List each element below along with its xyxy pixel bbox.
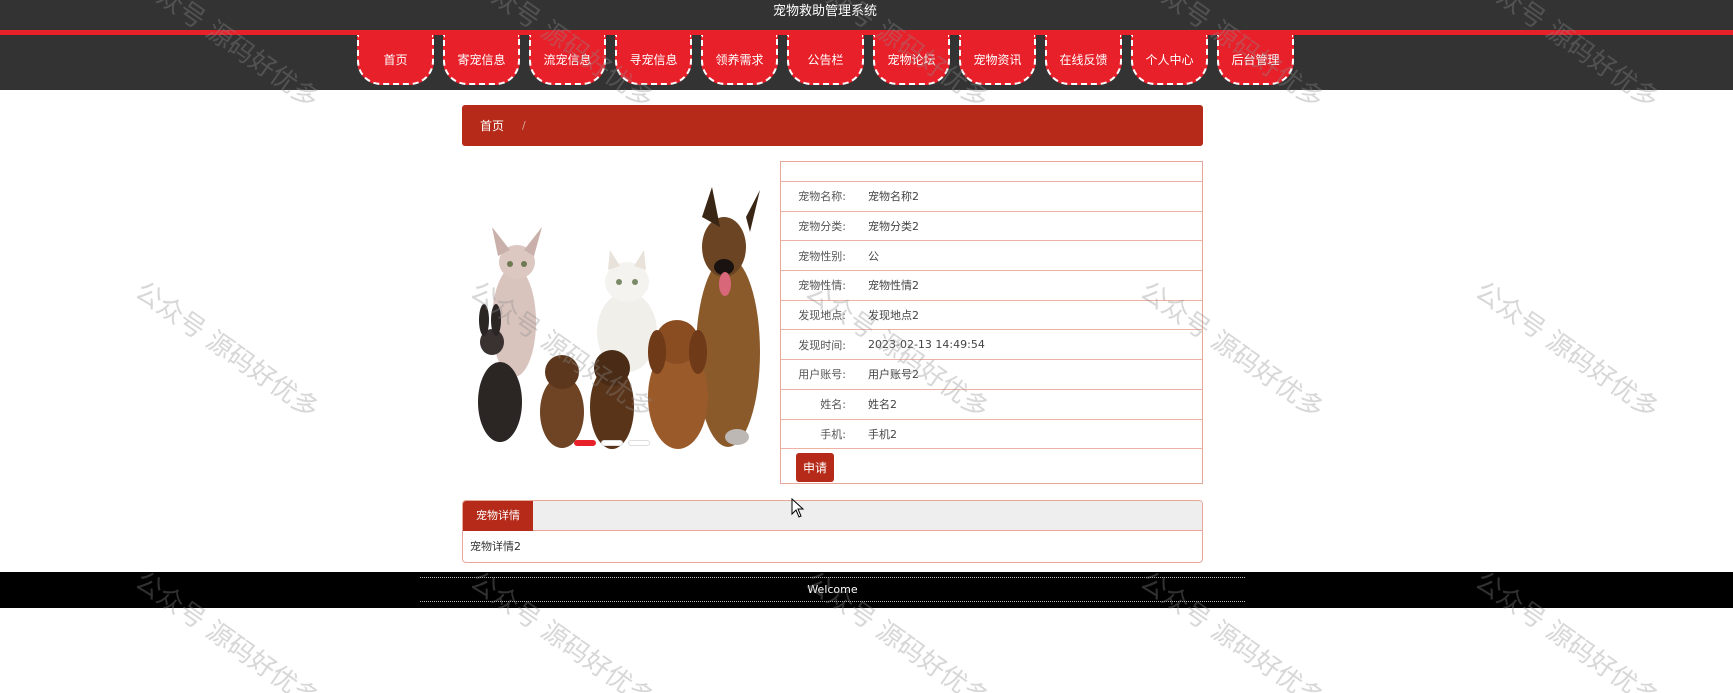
pet-group-image — [462, 172, 764, 452]
info-value: 宠物分类2 — [868, 220, 919, 234]
mouse-cursor-icon — [791, 498, 805, 518]
info-label: 宠物分类: — [798, 220, 846, 234]
pet-detail-panel: 宠物详情 宠物详情2 — [462, 500, 1203, 563]
info-label: 发现时间: — [798, 338, 846, 352]
apply-button[interactable]: 申请 — [796, 452, 835, 482]
nav-item-stray-info[interactable]: 流宠信息 — [529, 35, 606, 85]
info-label: 宠物名称: — [798, 190, 846, 204]
breadcrumb-separator: / — [522, 119, 526, 132]
pet-info-table: 宠物名称: 宠物名称2 宠物分类: 宠物分类2 宠物性别: 公 宠物性情: 宠物… — [780, 161, 1203, 484]
nav-item-news[interactable]: 宠物资讯 — [959, 35, 1036, 85]
info-row-pet-gender: 宠物性别: 公 — [781, 241, 1202, 272]
detail-content: 宠物详情2 — [470, 540, 521, 553]
carousel-indicators — [574, 440, 650, 446]
info-value: 姓名2 — [868, 398, 897, 412]
nav-item-profile[interactable]: 个人中心 — [1131, 35, 1208, 85]
watermark: 公众号 源码好优多 — [129, 276, 324, 425]
apply-row: 申请 — [781, 449, 1202, 485]
info-value: 用户账号2 — [868, 368, 919, 382]
info-label: 用户账号: — [798, 368, 846, 382]
info-row-found-location: 发现地点: 发现地点2 — [781, 301, 1202, 331]
watermark: 公众号 源码好优多 — [1469, 276, 1664, 425]
nav-item-admin[interactable]: 后台管理 — [1217, 35, 1294, 85]
nav-item-forum[interactable]: 宠物论坛 — [873, 35, 950, 85]
info-label: 宠物性情: — [798, 279, 846, 293]
footer: Welcome — [0, 572, 1733, 608]
info-label: 宠物性别: — [798, 249, 846, 263]
info-label: 手机: — [820, 427, 846, 441]
info-value: 发现地点2 — [868, 309, 919, 323]
info-row-phone: 手机: 手机2 — [781, 420, 1202, 450]
nav-item-foster-info[interactable]: 寄宠信息 — [443, 35, 520, 85]
info-value: 手机2 — [868, 427, 897, 441]
info-label: 发现地点: — [798, 309, 846, 323]
tab-pet-detail[interactable]: 宠物详情 — [463, 501, 533, 531]
mouse-shape — [725, 429, 749, 445]
footer-welcome: Welcome — [420, 577, 1245, 602]
info-value: 宠物性情2 — [868, 279, 919, 293]
info-label: 姓名: — [820, 398, 846, 412]
info-row-pet-temperament: 宠物性情: 宠物性情2 — [781, 271, 1202, 301]
info-row-pet-name: 宠物名称: 宠物名称2 — [781, 182, 1202, 212]
info-row-found-time: 发现时间: 2023-02-13 14:49:54 — [781, 330, 1202, 361]
info-row-name: 姓名: 姓名2 — [781, 390, 1202, 420]
breadcrumb-home-link[interactable]: 首页 — [480, 117, 504, 134]
top-header: 宠物救助管理系统 首页 寄宠信息 流宠信息 寻宠信息 领养需求 公告栏 宠物论坛… — [0, 0, 1733, 90]
info-value: 公 — [868, 249, 879, 263]
site-title: 宠物救助管理系统 — [772, 4, 877, 19]
breadcrumb: 首页 / — [462, 105, 1203, 146]
info-row-empty — [781, 162, 1202, 182]
main-nav: 首页 寄宠信息 流宠信息 寻宠信息 领养需求 公告栏 宠物论坛 宠物资讯 在线反… — [357, 35, 1294, 85]
info-value: 2023-02-13 14:49:54 — [868, 338, 985, 352]
info-row-user-account: 用户账号: 用户账号2 — [781, 360, 1202, 390]
info-value: 宠物名称2 — [868, 190, 919, 204]
nav-item-home[interactable]: 首页 — [357, 35, 434, 85]
carousel-dot-3[interactable] — [628, 440, 650, 446]
nav-item-feedback[interactable]: 在线反馈 — [1045, 35, 1122, 85]
detail-tab-bar: 宠物详情 — [463, 501, 1202, 531]
pet-image-carousel[interactable] — [462, 172, 764, 452]
nav-item-adoption-needs[interactable]: 领养需求 — [701, 35, 778, 85]
nav-item-bulletin[interactable]: 公告栏 — [787, 35, 864, 85]
carousel-dot-1[interactable] — [574, 440, 596, 446]
carousel-dot-2[interactable] — [601, 440, 623, 446]
nav-item-lost-pet-info[interactable]: 寻宠信息 — [615, 35, 692, 85]
info-row-pet-category: 宠物分类: 宠物分类2 — [781, 212, 1202, 242]
